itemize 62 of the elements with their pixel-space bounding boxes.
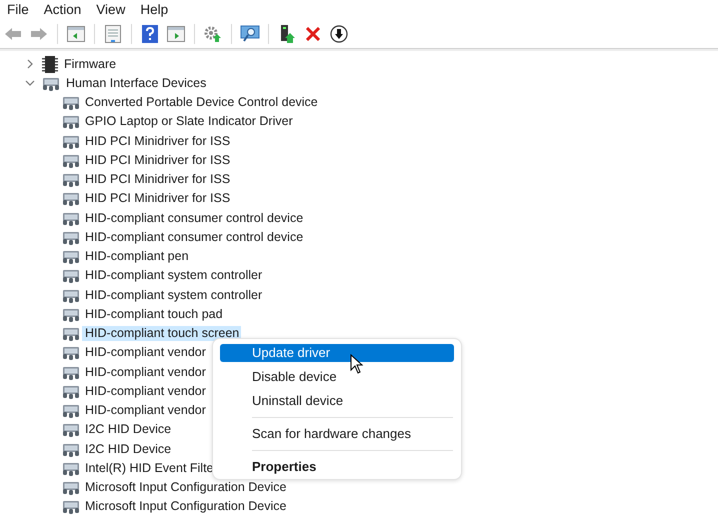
keyboard-mouse-icon — [62, 172, 80, 188]
keyboard-mouse-icon — [62, 95, 80, 110]
keyboard-mouse-icon — [62, 499, 80, 514]
tree-item[interactable]: HID-compliant touch screen — [82, 326, 242, 342]
tree-item[interactable]: HID-compliant vendor — [82, 384, 208, 399]
keyboard-mouse-icon — [62, 152, 80, 168]
tree-item[interactable]: HID-compliant system controller — [82, 268, 264, 284]
help-icon[interactable] — [139, 23, 161, 45]
console-tree-icon[interactable] — [65, 23, 87, 45]
menu-item[interactable]: File — [0, 2, 37, 17]
keyboard-mouse-icon — [62, 114, 80, 130]
keyboard-mouse-icon — [62, 480, 80, 496]
tree-item[interactable]: HID-compliant touch pad — [82, 306, 225, 322]
tree-item[interactable]: Human Interface Devices — [63, 76, 208, 91]
action-pane-icon[interactable] — [165, 23, 187, 45]
menu-item[interactable]: Properties — [220, 458, 454, 476]
tree-item[interactable]: HID-compliant vendor — [82, 403, 208, 418]
keyboard-mouse-icon — [42, 76, 60, 91]
keyboard-mouse-icon — [62, 384, 80, 399]
chip-icon — [42, 56, 58, 73]
tree-item[interactable]: HID PCI Minidriver for ISS — [82, 172, 232, 188]
keyboard-mouse-icon — [62, 306, 80, 322]
tree-item[interactable]: GPIO Laptop or Slate Indicator Driver — [82, 114, 295, 130]
keyboard-mouse-icon — [62, 345, 80, 360]
tree-item[interactable]: HID-compliant consumer control device — [82, 230, 306, 245]
tree-item[interactable]: I2C HID Device — [82, 442, 174, 457]
tree-item[interactable]: HID-compliant system controller — [82, 288, 264, 303]
tree-item[interactable]: HID-compliant vendor — [82, 364, 208, 380]
tree-item[interactable]: Microsoft Input Configuration Device — [82, 499, 288, 514]
tree-item[interactable]: HID-compliant pen — [82, 249, 191, 264]
keyboard-mouse-icon — [62, 268, 80, 284]
keyboard-mouse-icon — [62, 249, 80, 264]
menu-item[interactable]: Scan for hardware changes — [220, 425, 454, 443]
tree-item[interactable]: HID PCI Minidriver for ISS — [82, 191, 232, 206]
tree-item[interactable]: Microsoft Input Configuration Device — [82, 480, 288, 496]
keyboard-mouse-icon — [62, 403, 80, 418]
menu-item[interactable]: Update driver — [220, 344, 454, 362]
keyboard-mouse-icon — [62, 422, 80, 438]
keyboard-mouse-icon — [62, 442, 80, 457]
tree-item[interactable]: I2C HID Device — [82, 422, 174, 438]
cursor-icon — [350, 354, 364, 374]
properties-icon[interactable] — [102, 23, 124, 45]
tree-item[interactable]: HID PCI Minidriver for ISS — [82, 152, 232, 168]
tree-item[interactable]: HID-compliant consumer control device — [82, 210, 306, 226]
menu-item[interactable]: Disable device — [220, 368, 454, 386]
keyboard-mouse-icon — [62, 326, 80, 342]
keyboard-mouse-icon — [62, 210, 80, 226]
tree-item[interactable]: Converted Portable Device Control device — [82, 95, 320, 110]
keyboard-mouse-icon — [62, 288, 80, 303]
menu-item[interactable]: Help — [133, 2, 176, 17]
keyboard-mouse-icon — [62, 134, 80, 149]
keyboard-mouse-icon — [62, 191, 80, 206]
tree-item[interactable]: HID PCI Minidriver for ISS — [82, 134, 232, 149]
keyboard-mouse-icon — [62, 364, 80, 380]
menu-item[interactable]: Uninstall device — [220, 392, 454, 410]
tree-item[interactable]: HID-compliant vendor — [82, 345, 208, 360]
tree-item[interactable]: Firmware — [61, 56, 118, 72]
keyboard-mouse-icon — [62, 230, 80, 245]
keyboard-mouse-icon — [62, 460, 80, 476]
menu-item[interactable]: Action — [36, 2, 90, 17]
tree-item[interactable]: Intel(R) HID Event Filte — [82, 460, 216, 476]
menu-item[interactable]: View — [89, 2, 134, 17]
